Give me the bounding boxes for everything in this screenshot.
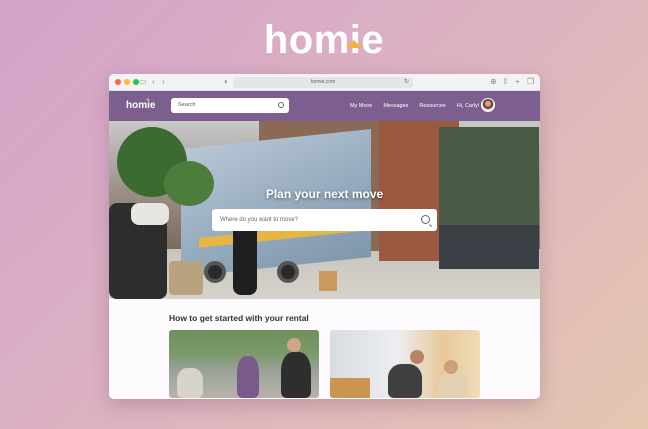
truck-wheel-front <box>277 261 299 283</box>
privacy-shield-icon[interactable]: ◐ <box>224 77 229 86</box>
logo-roof-icon <box>346 40 362 48</box>
nav-links: My Move Messages Resources Hi, Carly! <box>350 103 479 109</box>
logo-text: homie <box>263 18 385 62</box>
sidebar-toggle-icon[interactable]: ▭ <box>139 77 147 86</box>
address-bar[interactable]: homie.com ↻ <box>233 77 413 88</box>
minimize-window-button[interactable] <box>124 79 130 85</box>
guide-card-1[interactable] <box>169 330 319 398</box>
nav-link-greeting[interactable]: Hi, Carly! <box>457 103 480 109</box>
card-photo-box <box>330 378 370 398</box>
browser-window: ▭ ‹ › ◐ homie.com ↻ ⊕ ⇧ + ❐ homie Search… <box>109 74 540 399</box>
back-icon[interactable]: ‹ <box>152 77 155 86</box>
card-photo-person-1 <box>177 368 203 398</box>
iron-gate <box>439 225 539 269</box>
tab-overview-icon[interactable]: ❐ <box>527 77 534 86</box>
card-photo-woman <box>438 372 468 398</box>
download-icon[interactable]: ⊕ <box>490 77 497 86</box>
card-photo-person-3 <box>281 352 311 398</box>
destination-search-input[interactable]: Where do you want to move? <box>212 209 437 231</box>
nav-link-my-move[interactable]: My Move <box>350 103 372 109</box>
card-photo-man-head <box>410 350 424 364</box>
nav-logo-roof-icon <box>146 98 150 100</box>
nav-link-resources[interactable]: Resources <box>419 103 445 109</box>
card-photo-head <box>287 338 301 352</box>
new-tab-icon[interactable]: + <box>515 77 520 86</box>
browser-toolbar: ▭ ‹ › ◐ homie.com ↻ ⊕ ⇧ + ❐ <box>109 74 540 91</box>
section-title: How to get started with your rental <box>169 313 309 323</box>
search-icon[interactable] <box>278 102 284 108</box>
homie-logo: homie <box>0 18 648 63</box>
moving-truck <box>181 129 371 277</box>
truck-wheel-rear <box>204 261 226 283</box>
window-controls <box>115 79 139 85</box>
nav-link-messages[interactable]: Messages <box>383 103 408 109</box>
reload-icon[interactable]: ↻ <box>404 77 409 88</box>
card-photo-man <box>388 364 422 398</box>
hero-banner: Plan your next move Where do you want to… <box>109 121 540 299</box>
getting-started-section: How to get started with your rental <box>109 299 540 399</box>
guide-card-2[interactable] <box>330 330 480 398</box>
card-photo-woman-head <box>444 360 458 374</box>
plant-pot <box>169 261 203 295</box>
share-icon[interactable]: ⇧ <box>502 77 509 86</box>
cardboard-box <box>319 271 337 291</box>
card-photo-person-2 <box>237 356 259 398</box>
search-icon[interactable] <box>421 215 430 224</box>
nav-search-input[interactable]: Search <box>171 98 289 113</box>
nav-logo-text: homie <box>126 100 156 111</box>
nav-logo[interactable]: homie <box>126 98 156 111</box>
url-text: homie.com <box>310 79 336 85</box>
site-navbar: homie Search My Move Messages Resources … <box>109 91 540 121</box>
hero-title: Plan your next move <box>265 187 384 201</box>
destination-search-placeholder: Where do you want to move? <box>220 217 299 223</box>
avatar[interactable] <box>481 98 495 112</box>
nav-search-placeholder: Search <box>178 102 196 108</box>
forward-icon[interactable]: › <box>162 77 165 86</box>
close-window-button[interactable] <box>115 79 121 85</box>
mover-shirt <box>131 203 169 225</box>
